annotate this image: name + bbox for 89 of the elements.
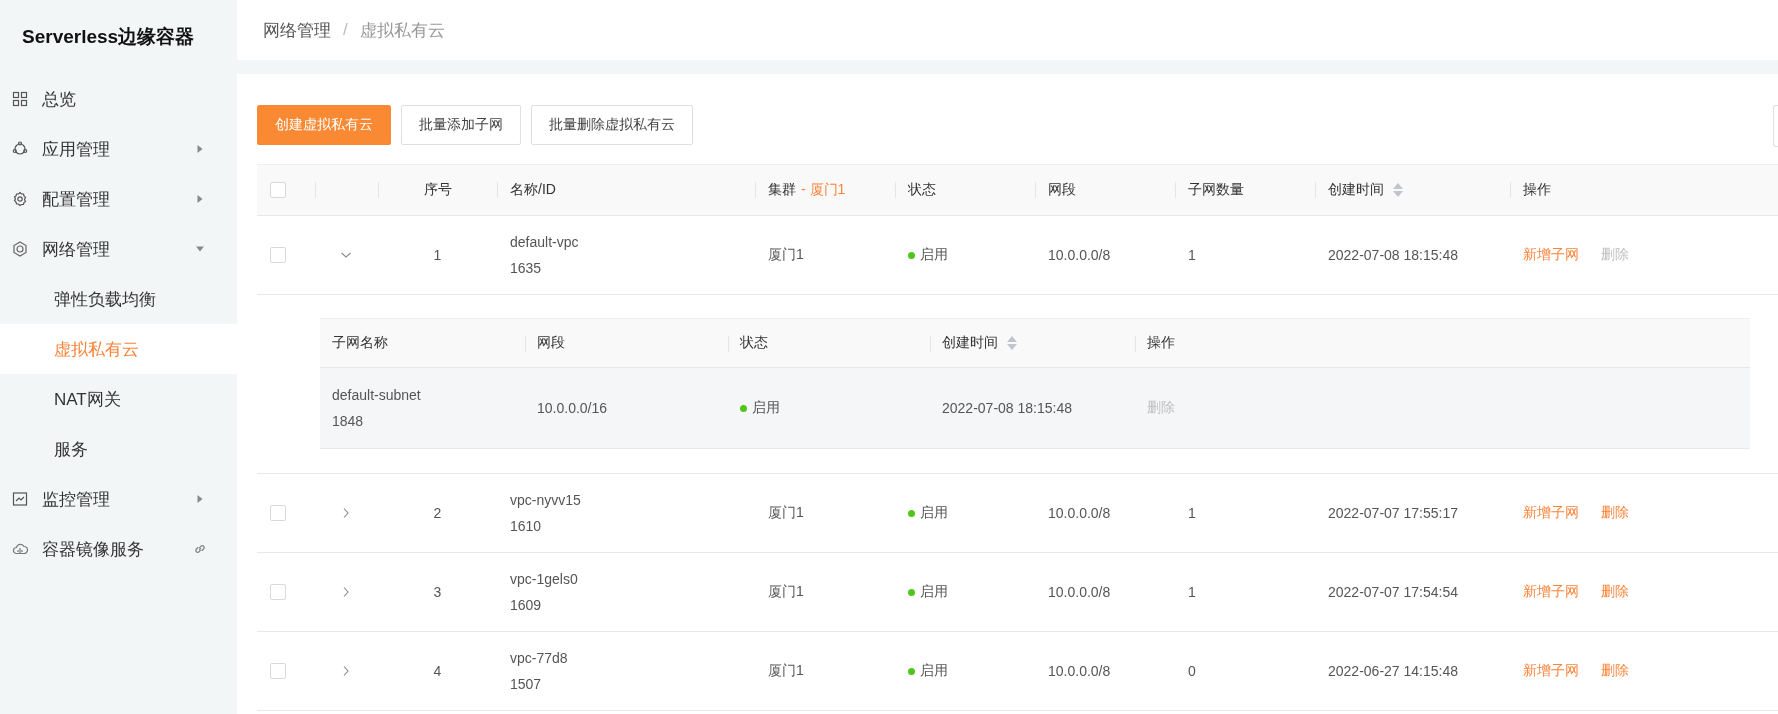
status-dot [908, 509, 915, 517]
hexagon-icon [12, 241, 28, 257]
grid-icon [12, 91, 28, 107]
caret-down-icon [195, 244, 205, 254]
table-cell: 10.0.0.0/16 [537, 400, 608, 416]
nav-item[interactable]: 监控管理 [0, 474, 237, 524]
column-header: 网段 [537, 334, 565, 352]
status-dot [740, 404, 747, 412]
toolbar-button[interactable]: 批量删除虚拟私有云 [531, 105, 693, 145]
app-title: Serverless边缘容器 [21, 25, 196, 49]
table-cell: 3 [433, 584, 442, 600]
app-icon [12, 141, 28, 157]
table-cell: 4 [433, 663, 442, 679]
status-text: 启用 [920, 583, 948, 601]
column-header: 子网数量 [1188, 181, 1244, 199]
status-text: 启用 [752, 399, 780, 417]
vpc-id: 1609 [510, 597, 542, 613]
table-cell: 2 [433, 505, 442, 521]
status-dot [908, 588, 915, 596]
nav-item[interactable]: 配置管理 [0, 174, 237, 224]
table-cell: 10.0.0.0/8 [1048, 505, 1111, 521]
table-cell: 2022-06-27 14:15:48 [1328, 663, 1458, 679]
breadcrumb-item[interactable]: 网络管理 [263, 18, 331, 42]
vpc-id: 1635 [510, 260, 542, 276]
table-cell: 2022-07-08 18:15:48 [942, 400, 1072, 416]
status-text: 启用 [920, 246, 948, 264]
vpc-id: 1507 [510, 676, 542, 692]
vpc-name: vpc-77d8 [510, 650, 568, 666]
table-cell: 2022-07-07 17:55:17 [1328, 505, 1458, 521]
sort-icon[interactable] [1392, 182, 1404, 198]
vpc-name: default-vpc [510, 234, 579, 250]
table-cell: 2022-07-07 17:54:54 [1328, 584, 1458, 600]
table-cell: 厦门1 [768, 583, 804, 601]
column-header: 名称/ID [510, 181, 556, 199]
column-header: 操作 [1147, 334, 1175, 352]
column-header: 网段 [1048, 181, 1076, 199]
column-header: 序号 [423, 181, 452, 199]
nav-item[interactable]: 容器镜像服务 [0, 524, 237, 574]
table-cell: 1 [1188, 505, 1196, 521]
table-cell: 厦门1 [768, 504, 804, 522]
toolbar-button[interactable]: 批量添加子网 [401, 105, 521, 145]
table-cell: 厦门1 [768, 246, 804, 264]
vpc-id: 1610 [510, 518, 542, 534]
nav-item[interactable]: 应用管理 [0, 124, 237, 174]
column-header: 集群 [768, 181, 796, 199]
breadcrumb-separator: / [343, 20, 348, 40]
nav-item[interactable]: 总览 [0, 74, 237, 124]
table-cell: 1 [1188, 584, 1196, 600]
column-header: 状态 [740, 334, 768, 352]
column-header: 创建时间 [942, 334, 998, 352]
status-text: 启用 [920, 662, 948, 680]
table-cell: 0 [1188, 663, 1196, 679]
vpc-name: vpc-nyvv15 [510, 492, 581, 508]
cloud-icon [12, 541, 28, 557]
subnet-id: 1848 [332, 413, 364, 429]
table-cell: 厦门1 [768, 662, 804, 680]
column-header: 状态 [908, 181, 936, 199]
table-cell: 10.0.0.0/8 [1048, 584, 1111, 600]
status-text: 启用 [920, 504, 948, 522]
row-checkbox[interactable] [270, 247, 286, 263]
nav-item[interactable]: 网络管理 [0, 224, 237, 274]
subnet-name: default-subnet [332, 387, 421, 403]
row-checkbox[interactable] [270, 584, 286, 600]
chart-icon [12, 491, 28, 507]
table-cell: 10.0.0.0/8 [1048, 247, 1111, 263]
status-dot [908, 667, 915, 675]
table-cell: 10.0.0.0/8 [1048, 663, 1111, 679]
status-dot [908, 251, 915, 259]
row-checkbox[interactable] [270, 505, 286, 521]
caret-right-icon [195, 494, 205, 504]
column-header: 操作 [1523, 181, 1551, 199]
toolbar-control[interactable] [1773, 105, 1778, 147]
column-header: 子网名称 [332, 334, 388, 352]
table-cell: 1 [1188, 247, 1196, 263]
table-cell: 2022-07-08 18:15:48 [1328, 247, 1458, 263]
gear-icon [12, 191, 28, 207]
sort-icon[interactable] [1006, 335, 1018, 351]
vpc-name: vpc-1gels0 [510, 571, 578, 587]
caret-right-icon [195, 194, 205, 204]
nav-subitem[interactable]: NAT网关 [0, 374, 237, 424]
caret-right-icon [195, 144, 205, 154]
nav-subitem[interactable]: 服务 [0, 424, 237, 474]
table-cell: 1 [433, 247, 442, 263]
column-header: 创建时间 [1328, 181, 1384, 199]
row-checkbox[interactable] [270, 663, 286, 679]
select-all-checkbox[interactable] [270, 182, 286, 198]
nav-subitem[interactable]: 弹性负载均衡 [0, 274, 237, 324]
breadcrumb-item: 虚拟私有云 [359, 19, 445, 42]
link-icon [193, 542, 207, 556]
